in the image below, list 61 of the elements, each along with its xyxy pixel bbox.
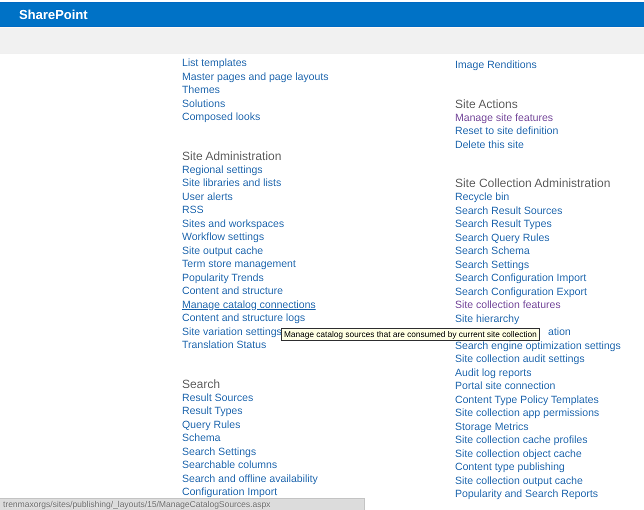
settings-link[interactable]: Portal site connection [455, 380, 556, 394]
settings-link[interactable]: Search and offline availability [182, 472, 318, 486]
settings-link[interactable]: Search engine optimization settings [455, 340, 621, 353]
settings-link[interactable]: Query Rules [182, 418, 240, 432]
settings-link[interactable]: Themes [182, 84, 220, 98]
settings-link[interactable]: Manage catalog connections [182, 298, 316, 312]
settings-link[interactable]: Site hierarchy [455, 312, 520, 326]
settings-link[interactable]: Site output cache [182, 244, 264, 258]
settings-link[interactable]: Site collection output cache [455, 474, 583, 488]
settings-link[interactable]: Master pages and page layouts [182, 70, 329, 84]
settings-link[interactable]: Search Schema [455, 245, 530, 258]
settings-link[interactable]: Search Configuration Export [455, 286, 587, 299]
settings-link[interactable]: Regional settings [182, 164, 263, 177]
section-heading: Site Actions [455, 96, 519, 112]
settings-link[interactable]: Content type publishing [455, 461, 565, 474]
settings-link[interactable]: Recycle bin [455, 191, 510, 204]
settings-link[interactable]: Result Types [182, 405, 243, 418]
section-heading: Site Collection Administration [455, 175, 612, 191]
settings-link[interactable]: Search Query Rules [455, 232, 550, 245]
settings-link[interactable]: Site collection app permissions [455, 407, 600, 420]
settings-link[interactable]: Composed looks [182, 111, 260, 124]
settings-link[interactable]: Content and structure [182, 285, 283, 298]
settings-link[interactable]: Reset to site definition [455, 125, 558, 138]
settings-link[interactable]: Content and structure logs [182, 312, 306, 326]
settings-link[interactable]: Sites and workspaces [182, 218, 284, 231]
settings-link[interactable]: RSS [182, 204, 204, 218]
settings-link[interactable]: Image Renditions [455, 59, 537, 72]
settings-link[interactable]: Search Result Sources [455, 204, 562, 218]
settings-link[interactable]: Schema [182, 432, 221, 446]
settings-link[interactable]: Search Settings [182, 446, 256, 459]
app-title: SharePoint [19, 7, 88, 22]
section-heading: Site Administration [182, 148, 282, 164]
settings-link[interactable]: Solutions [182, 98, 226, 111]
settings-link[interactable]: Workflow settings [182, 231, 264, 244]
settings-link[interactable]: Search Result Types [455, 218, 552, 232]
settings-link[interactable]: Site collection features [455, 299, 561, 312]
settings-link[interactable]: ation [548, 326, 571, 340]
settings-link[interactable]: Audit log reports [455, 366, 532, 380]
settings-link[interactable]: Site collection cache profiles [455, 434, 588, 448]
settings-link[interactable]: Popularity Trends [182, 272, 264, 285]
settings-link[interactable]: Site libraries and lists [182, 177, 282, 190]
settings-link[interactable]: Manage site features [455, 112, 554, 125]
settings-link[interactable]: Site variation settings [182, 326, 282, 339]
settings-link[interactable]: Translation Status [182, 339, 266, 352]
section-heading: Search [182, 376, 222, 392]
tooltip: Manage catalog sources that are consumed by current site collection [281, 328, 540, 341]
settings-link[interactable]: Search Configuration Import [455, 272, 586, 286]
settings-link[interactable]: Delete this site [455, 138, 524, 152]
settings-link[interactable]: Popularity and Search Reports [455, 488, 598, 502]
settings-link[interactable]: Content Type Policy Templates [455, 394, 599, 407]
settings-link[interactable]: Result Sources [182, 392, 254, 405]
settings-link[interactable]: Storage Metrics [455, 420, 529, 434]
settings-link[interactable]: User alerts [182, 190, 233, 204]
status-bar: trenmaxorgs/sites/publishing/_layouts/15/ManageCatalogSources.aspx [0, 498, 365, 510]
settings-link[interactable]: List templates [182, 57, 247, 70]
settings-link[interactable]: Site collection object cache [455, 448, 582, 461]
settings-link[interactable]: Term store management [182, 258, 296, 272]
settings-link[interactable]: Searchable columns [182, 459, 278, 472]
settings-link[interactable]: Search Settings [455, 258, 530, 272]
settings-link[interactable]: Site collection audit settings [455, 353, 585, 366]
settings-link[interactable]: Configuration Import [182, 486, 278, 500]
